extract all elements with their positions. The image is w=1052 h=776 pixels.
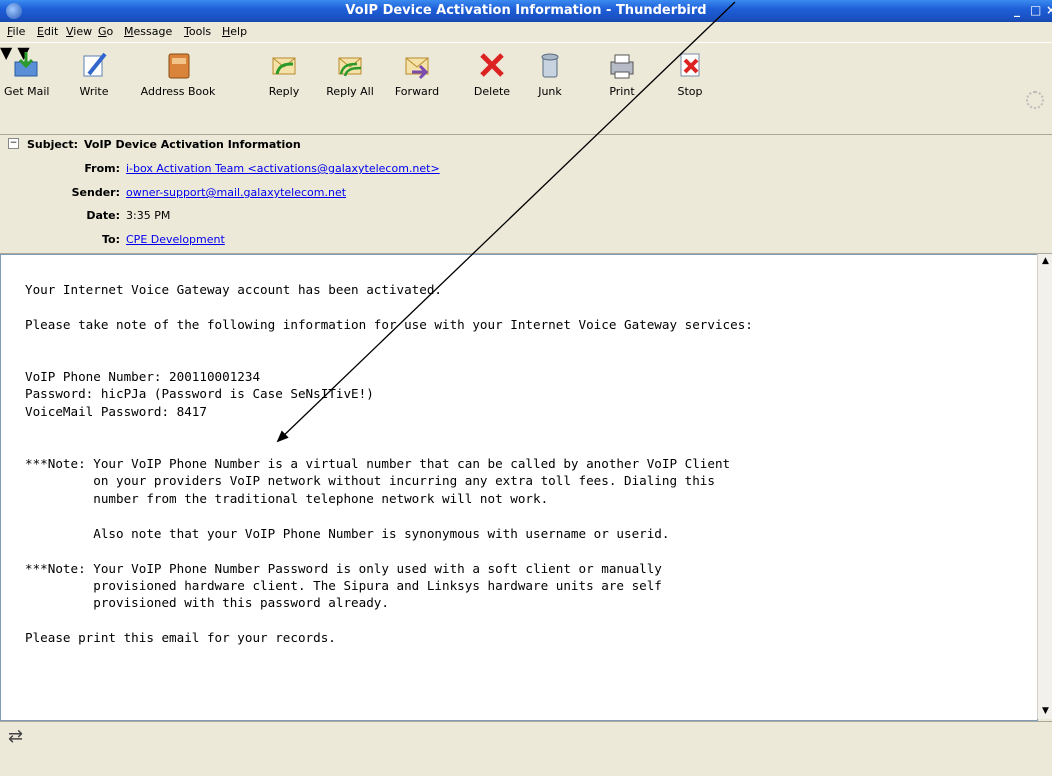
online-status-icon[interactable]: ⇄: [8, 726, 23, 747]
date-value: 3:35 PM: [126, 209, 171, 222]
print-label: Print: [609, 85, 635, 98]
get-mail-label: Get Mail: [4, 85, 50, 98]
vertical-scrollbar[interactable]: ▲ ▼: [1037, 254, 1052, 719]
subject-value: VoIP Device Activation Information: [84, 138, 301, 151]
delete-button[interactable]: Delete: [470, 49, 514, 98]
address-book-label: Address Book: [140, 85, 216, 98]
reply-all-button[interactable]: Reply All: [320, 49, 380, 98]
date-label: Date:: [86, 209, 120, 222]
menu-tools[interactable]: Tools: [184, 25, 211, 38]
forward-label: Forward: [394, 85, 440, 98]
get-mail-button[interactable]: Get Mail: [4, 49, 50, 98]
sender-label: Sender:: [71, 186, 120, 199]
stop-icon: [674, 49, 706, 81]
get-mail-icon: [10, 49, 42, 81]
to-label: To:: [102, 233, 120, 246]
scroll-up-arrow-icon[interactable]: ▲: [1038, 254, 1052, 269]
from-label: From:: [84, 162, 120, 175]
subject-label: Subject:: [26, 138, 78, 151]
sender-link[interactable]: owner-support@mail.galaxytelecom.net: [126, 186, 346, 199]
delete-label: Delete: [473, 85, 511, 98]
scroll-down-arrow-icon[interactable]: ▼: [1038, 704, 1052, 719]
minimize-button[interactable]: _: [1014, 3, 1020, 17]
activity-throbber-icon: [1026, 91, 1044, 109]
printer-icon: [606, 49, 638, 81]
write-button[interactable]: Write: [74, 49, 114, 98]
mail-toolbar: Get Mail ▼ Write Address Book Reply Repl…: [0, 42, 1052, 135]
to-link[interactable]: CPE Development: [126, 233, 225, 246]
title-bar: VoIP Device Activation Information - Thu…: [0, 0, 1052, 22]
forward-icon: [401, 49, 433, 81]
address-book-button[interactable]: Address Book: [140, 49, 216, 98]
write-label: Write: [79, 85, 109, 98]
window-title: VoIP Device Activation Information - Thu…: [345, 3, 707, 18]
delete-icon: [476, 49, 508, 81]
message-body-pane[interactable]: Your Internet Voice Gateway account has …: [0, 254, 1038, 721]
menu-message[interactable]: Message: [124, 25, 172, 38]
reply-icon: [268, 49, 300, 81]
stop-label: Stop: [677, 85, 703, 98]
close-button[interactable]: ×: [1046, 3, 1052, 17]
message-header: − Subject: VoIP Device Activation Inform…: [0, 134, 1052, 254]
junk-label: Junk: [538, 85, 562, 98]
reply-all-label: Reply All: [326, 85, 374, 98]
menu-bar: File Edit View Go Message Tools Help: [0, 22, 1052, 42]
message-body-text: Your Internet Voice Gateway account has …: [25, 282, 753, 646]
menu-edit[interactable]: Edit: [37, 25, 58, 38]
menu-view[interactable]: View: [66, 25, 92, 38]
trash-can-icon: [534, 49, 566, 81]
menu-help[interactable]: Help: [222, 25, 247, 38]
reply-button[interactable]: Reply: [264, 49, 304, 98]
menu-go[interactable]: Go: [98, 25, 113, 38]
address-book-icon: [162, 49, 194, 81]
reply-all-icon: [334, 49, 366, 81]
write-icon: [78, 49, 110, 81]
reply-label: Reply: [268, 85, 300, 98]
maximize-button[interactable]: □: [1030, 3, 1041, 17]
junk-button[interactable]: Junk: [532, 49, 568, 98]
status-bar: ⇄: [0, 721, 1052, 776]
stop-button[interactable]: Stop: [672, 49, 708, 98]
from-link[interactable]: i-box Activation Team <activations@galax…: [126, 162, 440, 175]
forward-button[interactable]: Forward: [390, 49, 444, 98]
print-button[interactable]: Print: [604, 49, 640, 98]
menu-file[interactable]: File: [7, 25, 25, 38]
